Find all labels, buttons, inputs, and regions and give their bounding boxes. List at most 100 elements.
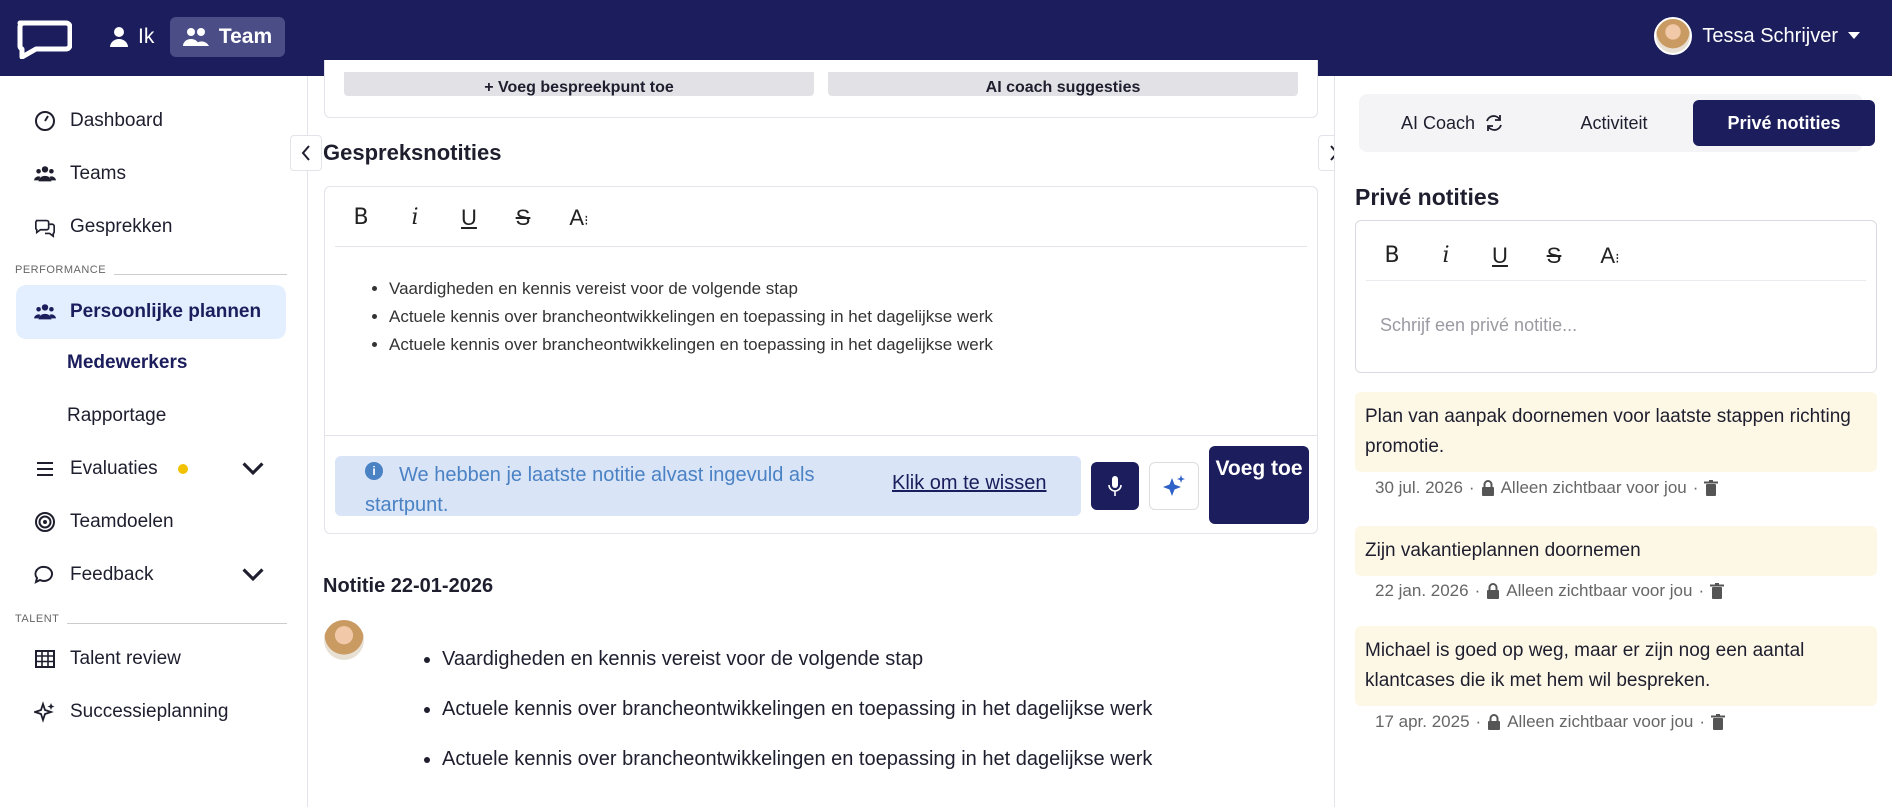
discussion-points-card: + Voeg bespreekpunt toe AI coach suggest… bbox=[324, 60, 1318, 118]
nav-me[interactable]: Ik bbox=[104, 17, 160, 57]
lock-icon bbox=[1481, 480, 1494, 496]
sidebar-item-label: Dashboard bbox=[70, 110, 163, 131]
text-size-button[interactable]: A⁝ bbox=[565, 205, 593, 231]
sidebar-item-talent-review[interactable]: Talent review bbox=[16, 634, 286, 684]
notification-dot bbox=[177, 464, 188, 474]
underline-button[interactable]: U bbox=[457, 205, 481, 231]
editor-bullet: Vaardigheden en kennis vereist voor de v… bbox=[389, 275, 993, 303]
sidebar-item-label: Successieplanning bbox=[70, 701, 229, 722]
sidebar-item-teamdoelen[interactable]: Teamdoelen bbox=[16, 497, 286, 547]
trash-icon[interactable] bbox=[1711, 714, 1726, 730]
section-label-text: TALENT bbox=[15, 613, 60, 625]
clear-link[interactable]: Klik om te wissen bbox=[892, 472, 1047, 495]
chat-icon bbox=[35, 219, 55, 238]
note-bullet: Actuele kennis over brancheontwikkelinge… bbox=[442, 734, 1152, 784]
sidebar: Dashboard Teams Gesprekken PERFORMANCE P… bbox=[0, 76, 308, 807]
avatar bbox=[324, 620, 364, 660]
caret-down-icon bbox=[1848, 32, 1860, 39]
notes-title: Gespreksnotities bbox=[323, 140, 502, 165]
sidebar-item-persoonlijke-plannen[interactable]: Persoonlijke plannen bbox=[16, 285, 286, 339]
italic-button[interactable]: i bbox=[403, 205, 427, 230]
private-note-meta: 17 apr. 2025 · Alleen zichtbaar voor jou · bbox=[1375, 712, 1726, 732]
grid-icon bbox=[35, 650, 55, 668]
private-notes-title: Privé notities bbox=[1355, 184, 1500, 210]
microphone-button[interactable] bbox=[1091, 462, 1139, 510]
sidebar-item-label: Evaluaties bbox=[70, 458, 158, 479]
private-note-date: 22 jan. 2026 bbox=[1375, 581, 1469, 600]
bold-button[interactable]: B bbox=[1380, 243, 1404, 268]
notes-editor[interactable]: B i U S A⁝ Vaardigheden en kennis vereis… bbox=[324, 186, 1318, 534]
private-note-editor[interactable]: B i U S A⁝ Schrijf een privé notitie... bbox=[1355, 220, 1877, 373]
italic-button[interactable]: i bbox=[1434, 243, 1458, 268]
collapse-left-button[interactable] bbox=[290, 135, 322, 171]
trash-icon[interactable] bbox=[1710, 583, 1725, 599]
info-text: We hebben je laatste notitie alvast inge… bbox=[365, 464, 815, 516]
sidebar-subitem-rapportage[interactable]: Rapportage bbox=[67, 405, 166, 427]
tab-activity[interactable]: Activiteit bbox=[1539, 100, 1689, 146]
sidebar-item-evaluaties[interactable]: Evaluaties bbox=[16, 444, 286, 494]
section-label-talent: TALENT bbox=[15, 613, 287, 625]
sidebar-item-successieplanning[interactable]: Successieplanning bbox=[16, 687, 286, 737]
refresh-icon bbox=[1486, 115, 1502, 131]
bold-button[interactable]: B bbox=[349, 205, 373, 230]
tab-private-notes[interactable]: Privé notities bbox=[1693, 100, 1875, 146]
ai-suggestions-button[interactable]: AI coach suggesties bbox=[828, 72, 1298, 96]
info-banner: i We hebben je laatste notitie alvast in… bbox=[335, 456, 1081, 516]
sidebar-item-dashboard[interactable]: Dashboard bbox=[16, 96, 286, 146]
sidebar-item-label: Teamdoelen bbox=[70, 511, 174, 532]
avatar bbox=[1654, 17, 1693, 55]
user-icon bbox=[110, 27, 128, 47]
text-size-button[interactable]: A⁝ bbox=[1596, 243, 1624, 269]
nav-team-label: Team bbox=[218, 25, 273, 48]
editor-toolbar: B i U S A⁝ bbox=[1366, 231, 1866, 281]
ai-assist-button[interactable] bbox=[1149, 462, 1199, 510]
editor-content[interactable]: Vaardigheden en kennis vereist voor de v… bbox=[389, 275, 993, 359]
microphone-icon bbox=[1108, 476, 1122, 496]
add-point-button[interactable]: + Voeg bespreekpunt toe bbox=[344, 72, 814, 96]
nav-team[interactable]: Team bbox=[170, 17, 285, 57]
private-note-meta: 30 jul. 2026 · Alleen zichtbaar voor jou · bbox=[1375, 478, 1719, 498]
sidebar-item-label: Persoonlijke plannen bbox=[70, 301, 262, 322]
private-note-visibility: Alleen zichtbaar voor jou bbox=[1500, 478, 1687, 497]
note-date-title: Notitie 22-01-2026 bbox=[323, 575, 494, 597]
note-bullet: Actuele kennis over brancheontwikkelinge… bbox=[442, 684, 1152, 734]
strikethrough-button[interactable]: S bbox=[511, 205, 535, 231]
sidebar-item-label: Teams bbox=[70, 163, 126, 184]
chevron-down-icon bbox=[242, 462, 264, 476]
sidebar-item-teams[interactable]: Teams bbox=[16, 149, 286, 199]
tab-label: AI Coach bbox=[1400, 112, 1476, 133]
right-panel: AI Coach Activiteit Privé notities Privé… bbox=[1334, 76, 1892, 807]
editor-bullet: Actuele kennis over brancheontwikkelinge… bbox=[389, 303, 993, 331]
private-note-card: Zijn vakantieplannen doornemen bbox=[1355, 526, 1877, 576]
user-menu[interactable]: Tessa Schrijver bbox=[1654, 14, 1860, 58]
editor-footer: i We hebben je laatste notitie alvast in… bbox=[325, 435, 1317, 535]
add-note-button[interactable]: Voeg toe bbox=[1209, 446, 1309, 524]
list-icon bbox=[37, 462, 53, 476]
chevron-down-icon bbox=[242, 568, 264, 582]
ai-suggestions-label: AI coach suggesties bbox=[985, 79, 1141, 96]
chevron-left-icon bbox=[301, 145, 310, 161]
section-label-text: PERFORMANCE bbox=[15, 264, 107, 276]
users-icon bbox=[34, 166, 56, 182]
users-icon bbox=[34, 304, 56, 320]
app-logo-icon[interactable] bbox=[14, 17, 72, 59]
trash-icon[interactable] bbox=[1704, 480, 1719, 496]
add-point-label: + Voeg bespreekpunt toe bbox=[484, 79, 674, 96]
private-note-meta: 22 jan. 2026 · Alleen zichtbaar voor jou · bbox=[1375, 581, 1725, 601]
private-note-visibility: Alleen zichtbaar voor jou bbox=[1507, 712, 1694, 731]
editor-bullet: Actuele kennis over brancheontwikkelinge… bbox=[389, 331, 993, 359]
strikethrough-button[interactable]: S bbox=[1542, 243, 1566, 269]
dashboard-icon bbox=[35, 111, 55, 131]
sidebar-subitem-medewerkers[interactable]: Medewerkers bbox=[67, 352, 187, 374]
tab-ai-coach[interactable]: AI Coach bbox=[1367, 100, 1537, 146]
sidebar-item-label: Talent review bbox=[70, 648, 181, 669]
private-note-text: Zijn vakantieplannen doornemen bbox=[1365, 540, 1641, 561]
sidebar-item-label: Gesprekken bbox=[70, 216, 173, 237]
private-note-placeholder: Schrijf een privé notitie... bbox=[1380, 315, 1578, 335]
sidebar-item-feedback[interactable]: Feedback bbox=[16, 550, 286, 600]
nav-me-label: Ik bbox=[138, 25, 155, 48]
lock-icon bbox=[1488, 714, 1501, 730]
sidebar-item-gesprekken[interactable]: Gesprekken bbox=[16, 202, 286, 252]
underline-button[interactable]: U bbox=[1488, 243, 1512, 269]
lock-icon bbox=[1487, 583, 1500, 599]
